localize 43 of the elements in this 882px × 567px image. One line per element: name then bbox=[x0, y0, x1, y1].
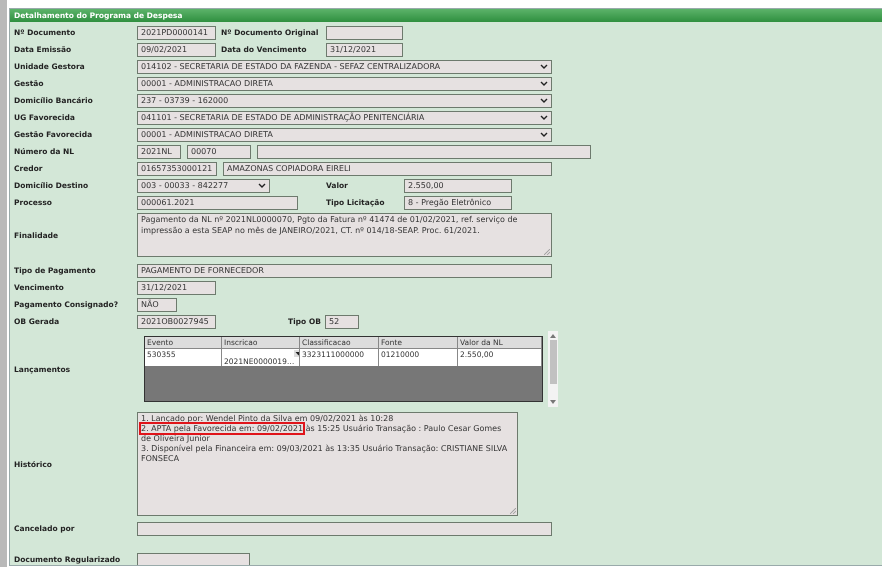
input-field[interactable]: 31/12/2021 bbox=[137, 280, 216, 294]
resize-grip-icon[interactable] bbox=[544, 249, 550, 255]
input-field[interactable]: 00070 bbox=[187, 144, 251, 158]
select-field[interactable]: 237 - 03739 - 162000 bbox=[137, 94, 552, 108]
input-field[interactable]: 01657353000121 bbox=[137, 162, 217, 176]
input-field[interactable]: 2.550,00 bbox=[404, 178, 512, 192]
scroll-down-icon[interactable] bbox=[550, 400, 556, 404]
scroll-up-icon[interactable] bbox=[550, 334, 556, 338]
select-field[interactable]: 014102 - SECRETARIA DE ESTADO DA FAZENDA - SEFAZ CENTRALIZADORA bbox=[137, 60, 552, 74]
input-field[interactable]: 000061.2021 bbox=[137, 196, 298, 210]
input-field[interactable]: NÃO bbox=[137, 298, 177, 312]
resize-grip-icon[interactable] bbox=[510, 508, 516, 514]
text-area[interactable]: Pagamento da NL nº 2021NL0000070, Pgto da Fatura nº 41474 de 01/02/2021, ref. serviço de impressão a esta SEAP no mês de JANEIRO/2021, CT. nº 014/18-SEAP. Proc. 61/2021. bbox=[137, 213, 552, 257]
input-field[interactable]: 8 - Pregão Eletrônico bbox=[404, 196, 512, 210]
history-text: 3. Disponível pela Financeira em: 09/03/2021 às 13:35 Usuário Transação: CRISTIANE SILVA FONSECA bbox=[141, 444, 508, 463]
select-field[interactable]: 00001 - ADMINISTRACAO DIRETA bbox=[137, 76, 552, 90]
input-field[interactable]: 31/12/2021 bbox=[326, 42, 403, 56]
input-field[interactable]: 52 bbox=[325, 314, 359, 328]
select-field[interactable]: 003 - 00033 - 842277 bbox=[137, 178, 270, 192]
select-field[interactable]: 00001 - ADMINISTRACAO DIRETA bbox=[137, 128, 552, 142]
chevron-down-icon[interactable] bbox=[540, 132, 548, 137]
input-field[interactable] bbox=[257, 144, 591, 158]
chevron-down-icon[interactable] bbox=[258, 183, 266, 188]
chevron-down-icon[interactable] bbox=[540, 64, 548, 69]
input-field[interactable]: 2021NL bbox=[137, 144, 181, 158]
input-field[interactable] bbox=[326, 26, 403, 40]
highlighted-text: 2. APTA pela Favorecida em: 09/02/2021 bbox=[141, 424, 304, 433]
select-field[interactable]: 041101 - SECRETARIA DE ESTADO DE ADMINISTRAÇÃO PENITENCIÁRIA bbox=[137, 110, 552, 124]
chevron-down-icon[interactable] bbox=[540, 81, 548, 86]
text-area[interactable] bbox=[137, 412, 518, 516]
scrollbar[interactable] bbox=[548, 331, 558, 407]
input-field[interactable]: 09/02/2021 bbox=[137, 42, 216, 56]
input-field[interactable]: 2021PD0000141 bbox=[137, 26, 216, 40]
input-field[interactable] bbox=[137, 552, 250, 565]
history-text: às 15:25 Usuário Transação : Paulo Cesar Gomes bbox=[304, 424, 502, 433]
chevron-down-icon[interactable] bbox=[540, 98, 548, 103]
input-field[interactable]: PAGAMENTO DE FORNECEDOR bbox=[137, 264, 552, 278]
input-field[interactable]: 2021OB0027945 bbox=[137, 314, 216, 328]
history-text: de Oliveira Junior bbox=[141, 434, 211, 444]
input-field[interactable]: AMAZONAS COPIADORA EIRELI bbox=[223, 162, 552, 176]
history-text: 1. Lançado por: Wendel Pinto da Silva em 09/02/2021 às 10:28 bbox=[141, 414, 394, 423]
input-field[interactable] bbox=[137, 522, 552, 536]
chevron-down-icon[interactable] bbox=[540, 115, 548, 120]
